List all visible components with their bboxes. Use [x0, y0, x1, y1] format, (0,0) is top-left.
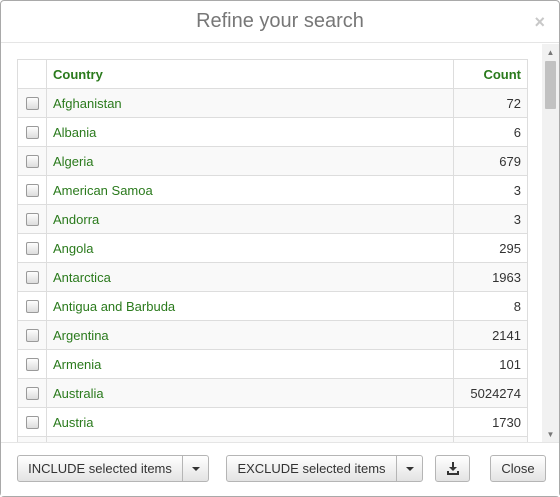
table-body: Afghanistan 72 Albania 6 Algeria 679 American … — [17, 88, 528, 444]
row-checkbox-cell — [17, 262, 47, 292]
country-name-link[interactable]: Angola — [46, 233, 454, 263]
row-checkbox-cell — [17, 291, 47, 321]
table-row[interactable]: Algeria 679 — [17, 146, 528, 176]
include-dropdown-button[interactable] — [182, 455, 209, 482]
row-checkbox[interactable] — [25, 213, 39, 226]
country-name-link[interactable]: Andorra — [46, 204, 454, 234]
country-name-link[interactable]: American Samoa — [46, 175, 454, 205]
row-checkbox[interactable] — [25, 271, 39, 284]
row-checkbox[interactable] — [25, 300, 39, 313]
row-checkbox[interactable] — [25, 126, 39, 139]
row-checkbox[interactable] — [25, 242, 39, 255]
dialog-title: Refine your search — [196, 10, 364, 32]
country-count: 295 — [453, 233, 528, 263]
table-row[interactable]: Antigua and Barbuda 8 — [17, 291, 528, 321]
country-column-header[interactable]: Country — [46, 59, 454, 89]
row-checkbox[interactable] — [25, 358, 39, 371]
download-button[interactable] — [435, 455, 470, 482]
country-name-link[interactable]: Albania — [46, 117, 454, 147]
country-name-link[interactable]: Algeria — [46, 146, 454, 176]
select-all-header — [17, 59, 47, 89]
row-checkbox-cell — [17, 407, 47, 437]
row-checkbox[interactable] — [25, 184, 39, 197]
country-count: 101 — [453, 349, 528, 379]
country-count: 5024274 — [453, 378, 528, 408]
row-checkbox-cell — [17, 88, 47, 118]
exclude-selected-button[interactable]: EXCLUDE selected items — [226, 455, 397, 482]
country-name-link[interactable]: Austria — [46, 407, 454, 437]
country-count: 6 — [453, 117, 528, 147]
include-selected-button[interactable]: INCLUDE selected items — [17, 455, 183, 482]
row-checkbox-cell — [17, 349, 47, 379]
row-checkbox-cell — [17, 117, 47, 147]
table-row[interactable]: Angola 295 — [17, 233, 528, 263]
caret-down-icon — [405, 467, 414, 471]
exclude-dropdown-button[interactable] — [396, 455, 423, 482]
row-checkbox-cell — [17, 175, 47, 205]
row-checkbox-cell — [17, 378, 47, 408]
caret-down-icon — [191, 467, 200, 471]
table-row[interactable]: Argentina 2141 — [17, 320, 528, 350]
row-checkbox-cell — [17, 320, 47, 350]
row-checkbox[interactable] — [25, 387, 39, 400]
close-button[interactable]: Close — [490, 455, 546, 482]
country-name-link[interactable]: Armenia — [46, 349, 454, 379]
download-icon — [446, 462, 459, 475]
table-row[interactable]: Armenia 101 — [17, 349, 528, 379]
close-icon[interactable]: × — [534, 12, 545, 32]
scroll-up-arrow-icon[interactable]: ▲ — [542, 46, 559, 60]
country-count: 1963 — [453, 262, 528, 292]
refine-search-dialog: Refine your search × Country Count Afgha… — [0, 0, 560, 497]
scroll-thumb[interactable] — [545, 61, 556, 109]
country-count: 2141 — [453, 320, 528, 350]
country-count: 679 — [453, 146, 528, 176]
count-column-header[interactable]: Count — [453, 59, 528, 89]
dialog-header: Refine your search × — [1, 1, 559, 43]
table-row[interactable]: Australia 5024274 — [17, 378, 528, 408]
row-checkbox-cell — [17, 146, 47, 176]
country-count: 8 — [453, 291, 528, 321]
country-count: 1730 — [453, 407, 528, 437]
scroll-down-arrow-icon[interactable]: ▼ — [542, 428, 559, 442]
row-checkbox[interactable] — [25, 416, 39, 429]
country-name-link[interactable]: Afghanistan — [46, 88, 454, 118]
row-checkbox[interactable] — [25, 97, 39, 110]
country-name-link[interactable]: Antigua and Barbuda — [46, 291, 454, 321]
table-row[interactable]: Afghanistan 72 — [17, 88, 528, 118]
table-header-row: Country Count — [17, 59, 528, 89]
country-name-link[interactable]: Australia — [46, 378, 454, 408]
country-count: 3 — [453, 175, 528, 205]
country-table: Country Count Afghanistan 72 Albania 6 Alger… — [17, 59, 528, 444]
table-row[interactable]: Austria 1730 — [17, 407, 528, 437]
row-checkbox[interactable] — [25, 155, 39, 168]
table-row[interactable]: Andorra 3 — [17, 204, 528, 234]
results-area: Country Count Afghanistan 72 Albania 6 Alger… — [1, 44, 559, 444]
row-checkbox[interactable] — [25, 329, 39, 342]
table-row[interactable]: Antarctica 1963 — [17, 262, 528, 292]
vertical-scrollbar[interactable]: ▲ ▼ — [542, 44, 559, 442]
country-name-link[interactable]: Antarctica — [46, 262, 454, 292]
table-row[interactable]: American Samoa 3 — [17, 175, 528, 205]
row-checkbox-cell — [17, 233, 47, 263]
country-count: 72 — [453, 88, 528, 118]
row-checkbox-cell — [17, 204, 47, 234]
country-name-link[interactable]: Argentina — [46, 320, 454, 350]
country-count: 3 — [453, 204, 528, 234]
table-row[interactable]: Albania 6 — [17, 117, 528, 147]
dialog-footer: INCLUDE selected items EXCLUDE selected … — [1, 442, 559, 496]
